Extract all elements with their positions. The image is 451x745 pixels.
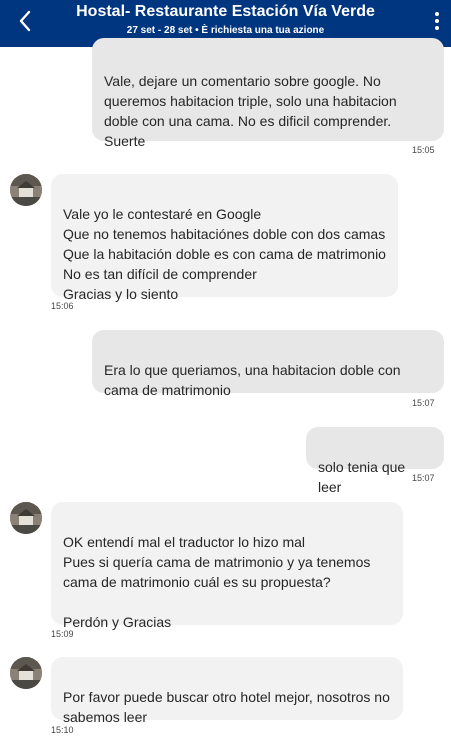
- back-button[interactable]: [10, 6, 40, 36]
- message-bubble-incoming: OK entendí mal el traductor lo hizo mal …: [51, 502, 403, 630]
- menu-dot: [435, 26, 439, 30]
- message-time: 15:10: [51, 725, 74, 735]
- message-bubble-outgoing: solo tenia que leer: [306, 427, 444, 495]
- message-time: 15:07: [412, 473, 435, 483]
- avatar-image: [10, 657, 42, 689]
- avatar-image: [10, 174, 42, 206]
- message-time: 15:09: [51, 629, 74, 639]
- message-text: Vale yo le contestaré en Google Que no t…: [63, 206, 386, 302]
- avatar: [10, 657, 42, 689]
- more-vertical-icon: [435, 12, 439, 16]
- chevron-left-icon: [19, 10, 31, 32]
- avatar: [10, 502, 42, 534]
- page-title: Hostal- Restaurante Estación Vía Verde: [76, 3, 375, 20]
- message-text: Vale, dejare un comentario sobre google.…: [104, 73, 397, 149]
- message-time: 15:06: [51, 301, 74, 311]
- message-bubble-outgoing: Vale, dejare un comentario sobre google.…: [92, 38, 444, 149]
- menu-dot: [435, 19, 439, 23]
- message-text: OK entendí mal el traductor lo hizo mal …: [63, 534, 371, 630]
- message-bubble-incoming: Por favor puede buscar otro hotel mejor,…: [51, 657, 403, 725]
- more-options-button[interactable]: [427, 8, 447, 34]
- avatar: [10, 174, 42, 206]
- message-text: Era lo que queriamos, una habitacion dob…: [104, 362, 401, 398]
- page-subtitle: 27 set - 28 set • È richiesta una tua az…: [126, 25, 325, 36]
- avatar-image: [10, 502, 42, 534]
- message-time: 15:05: [412, 145, 435, 155]
- message-bubble-outgoing: Era lo que queriamos, una habitacion dob…: [92, 330, 444, 398]
- message-text: solo tenia que leer: [318, 459, 406, 495]
- message-bubble-incoming: Vale yo le contestaré en Google Que no t…: [51, 174, 398, 302]
- message-time: 15:07: [412, 398, 435, 408]
- message-text: Por favor puede buscar otro hotel mejor,…: [63, 689, 390, 725]
